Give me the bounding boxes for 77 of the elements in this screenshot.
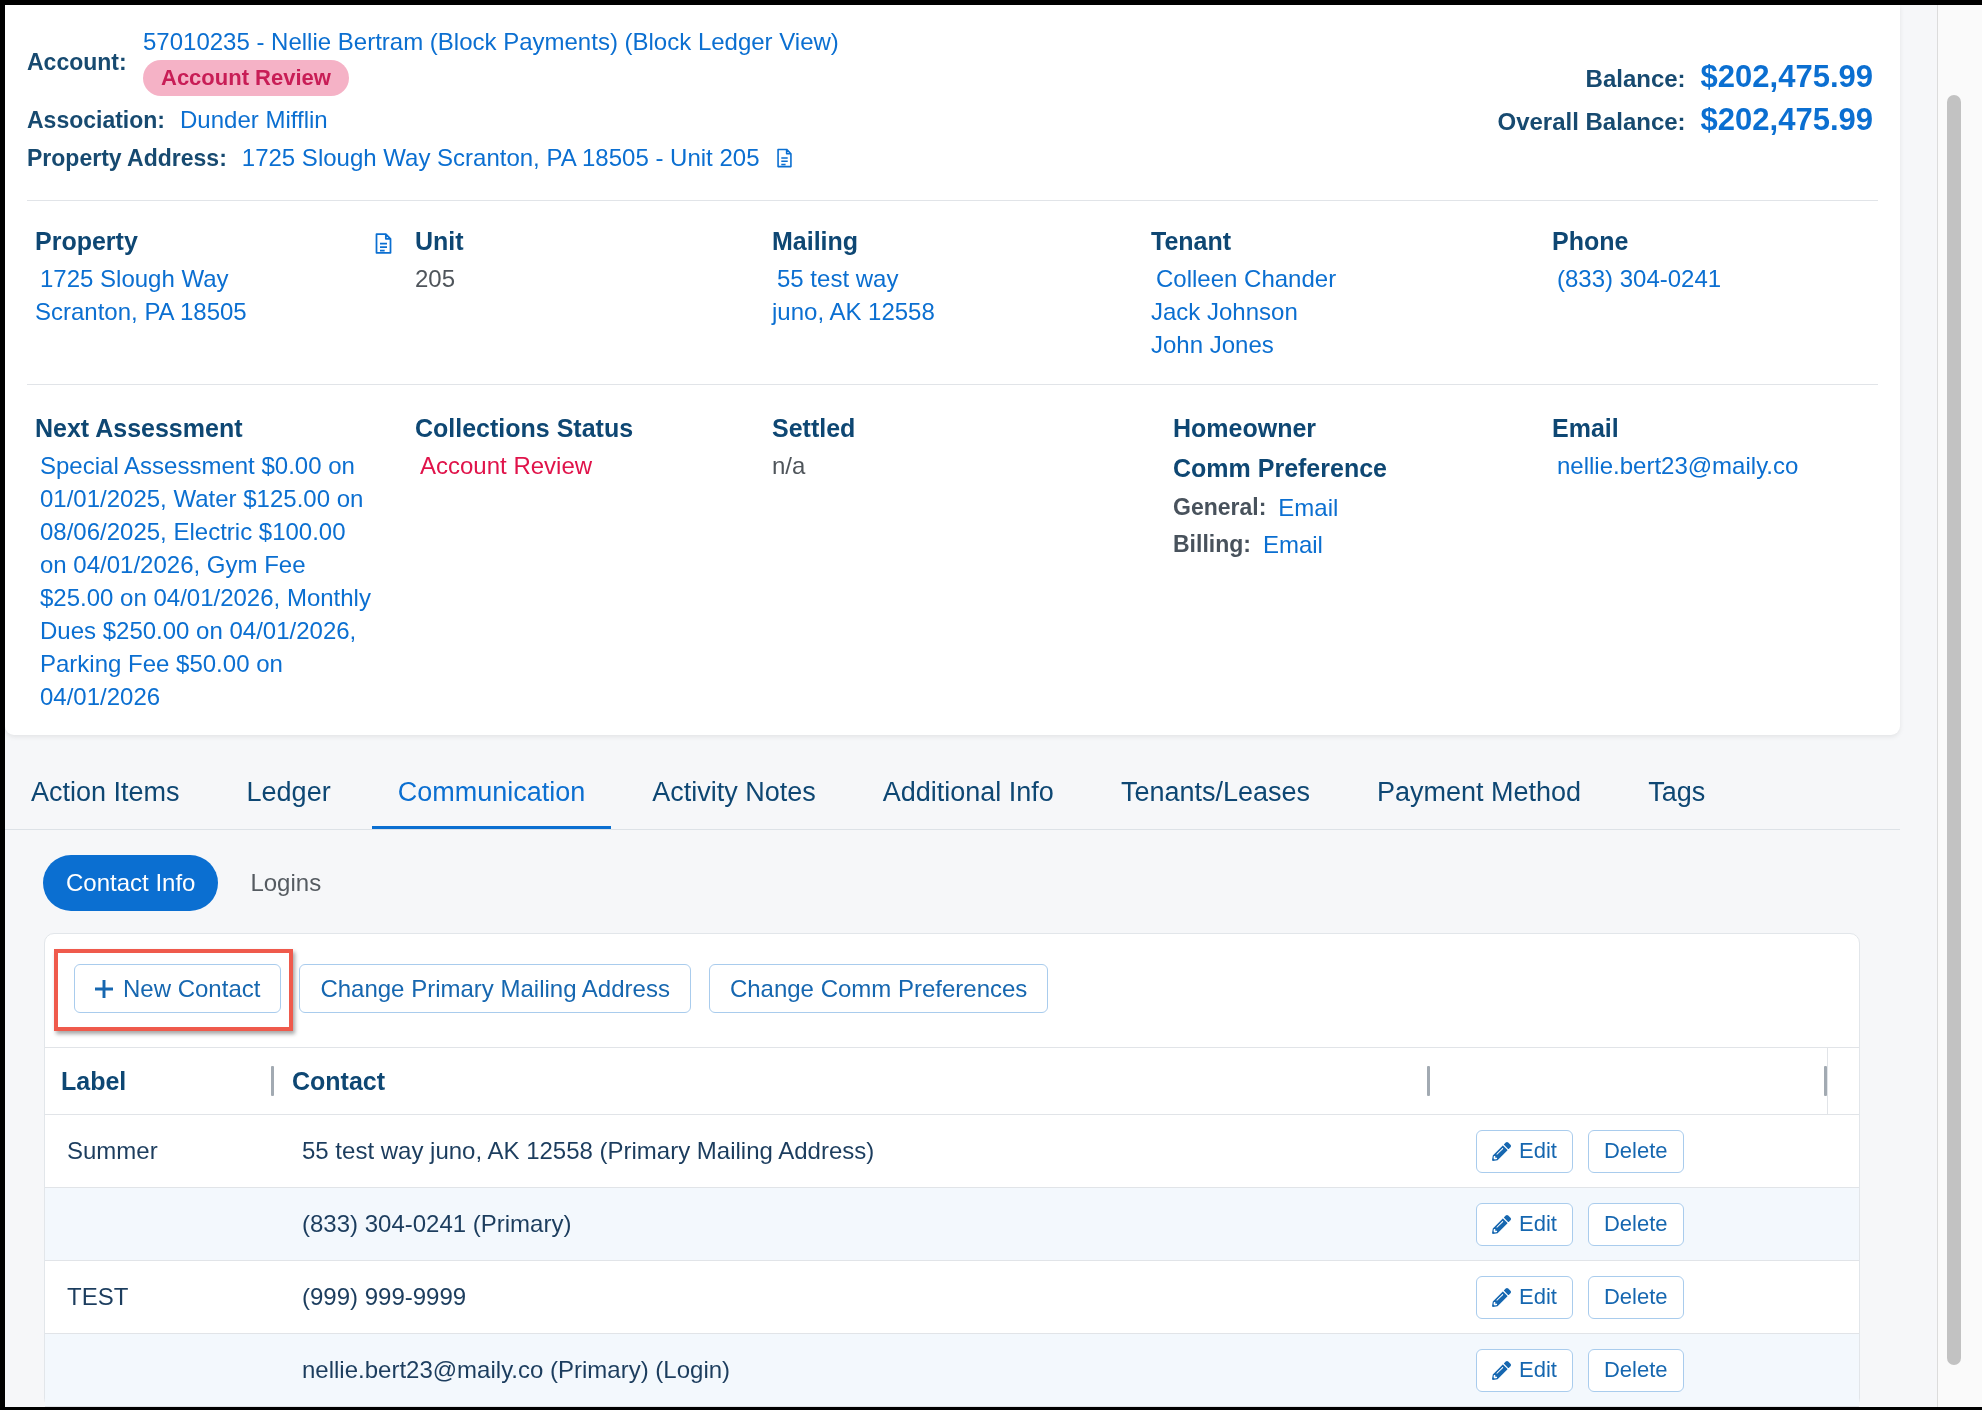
- toolbar-button[interactable]: Change Comm Preferences: [708, 964, 1049, 1013]
- field-heading: Homeowner: [1173, 413, 1318, 444]
- account-label: Account:: [27, 47, 128, 77]
- tab[interactable]: Communication: [371, 755, 612, 829]
- field-link[interactable]: Scranton, PA 18505: [35, 295, 247, 328]
- tab[interactable]: Additional Info: [856, 755, 1080, 829]
- field-heading: Phone: [1552, 226, 1629, 257]
- document-icon[interactable]: [375, 233, 392, 254]
- pencil-icon: [1492, 1214, 1511, 1234]
- delete-button[interactable]: Delete: [1587, 1129, 1684, 1173]
- field-heading: Next Assessment: [35, 413, 243, 444]
- preference-label: General:: [1173, 494, 1267, 521]
- field-value: 205: [415, 264, 456, 294]
- table-cell: TEST: [67, 1283, 129, 1311]
- status-text: Account Review: [419, 451, 593, 481]
- field-heading: Settled: [772, 413, 856, 444]
- tab[interactable]: Action Items: [5, 755, 206, 829]
- field-link[interactable]: Special Assessment $0.00 on 01/01/2025, Water $125.00 on 08/06/2025, Electric $100.00 on 04/01/2026, Gym Fee $25.00 on 04/01/2026, Monthly Dues $250.00 on 04/01/2026, Parking Fee $50.00 on 04/01/2026: [35, 449, 377, 713]
- plus-icon: [95, 979, 113, 998]
- balance-label: Overall Balance:: [1497, 108, 1686, 136]
- field-link[interactable]: Colleen Chander: [1151, 262, 1337, 295]
- pencil-icon: [1492, 1141, 1511, 1161]
- edit-button[interactable]: Edit: [1476, 1348, 1573, 1392]
- field-link[interactable]: 55 test way: [772, 262, 899, 295]
- field-heading: Collections Status: [415, 413, 634, 444]
- delete-button[interactable]: Delete: [1587, 1275, 1684, 1319]
- table-cell: nellie.bert23@maily.co (Primary) (Login): [302, 1356, 731, 1384]
- tab[interactable]: Tenants/Leases: [1094, 755, 1337, 829]
- field-heading: Tenant: [1151, 226, 1232, 257]
- scrollbar-thumb[interactable]: [1947, 95, 1961, 1365]
- balance-amount: $202,475.99: [1700, 102, 1873, 138]
- field-heading: Property: [35, 226, 138, 257]
- preference-link[interactable]: Email: [1278, 493, 1339, 522]
- field-heading: Email: [1552, 413, 1619, 444]
- tab[interactable]: Payment Method: [1351, 755, 1608, 829]
- field-link[interactable]: nellie.bert23@maily.co: [1552, 449, 1799, 482]
- column-header[interactable]: Label: [61, 1066, 127, 1096]
- pencil-icon: [1492, 1287, 1511, 1307]
- pill-tab[interactable]: Contact Info: [43, 855, 219, 911]
- field-link[interactable]: Jack Johnson: [1151, 295, 1298, 328]
- pill-tab[interactable]: Logins: [227, 855, 345, 911]
- delete-button[interactable]: Delete: [1587, 1202, 1684, 1246]
- preference-label: Billing:: [1173, 531, 1251, 558]
- field-heading: Comm Preference: [1173, 453, 1387, 484]
- property-address-link[interactable]: 1725 Slough Way Scranton, PA 18505 - Unit 205: [241, 141, 760, 175]
- delete-button[interactable]: Delete: [1587, 1348, 1684, 1392]
- table-cell: (999) 999-9999: [302, 1283, 467, 1311]
- balance-label: Balance:: [1585, 65, 1686, 93]
- field-link[interactable]: John Jones: [1151, 328, 1274, 361]
- toolbar-button[interactable]: Change Primary Mailing Address: [299, 964, 691, 1013]
- account-link[interactable]: 57010235 - Nellie Bertram (Block Payments) (Block Ledger View): [143, 27, 839, 57]
- balance-amount: $202,475.99: [1700, 59, 1873, 95]
- tab[interactable]: Activity Notes: [626, 755, 842, 829]
- field-link[interactable]: juno, AK 12558: [772, 295, 935, 328]
- field-link[interactable]: 1725 Slough Way: [35, 262, 229, 295]
- pencil-icon: [1492, 1360, 1511, 1380]
- field-link[interactable]: (833) 304-0241: [1552, 262, 1722, 295]
- field-heading: Mailing: [772, 226, 859, 257]
- table-cell: (833) 304-0241 (Primary): [302, 1210, 572, 1238]
- edit-button[interactable]: Edit: [1476, 1202, 1573, 1246]
- status-badge: Account Review: [143, 60, 349, 96]
- field-value: n/a: [772, 451, 806, 481]
- association-link[interactable]: Dunder Mifflin: [180, 103, 328, 137]
- preference-link[interactable]: Email: [1262, 530, 1323, 559]
- tab[interactable]: Tags: [1622, 755, 1732, 829]
- edit-button[interactable]: Edit: [1476, 1129, 1573, 1173]
- table-cell: Summer: [67, 1137, 158, 1165]
- field-heading: Unit: [415, 226, 464, 257]
- table-cell: 55 test way juno, AK 12558 (Primary Mailing Address): [302, 1137, 875, 1165]
- column-header[interactable]: Contact: [292, 1066, 386, 1096]
- tab[interactable]: Ledger: [220, 755, 357, 829]
- association-label: Association:: [27, 106, 166, 135]
- scrollbar[interactable]: [1937, 5, 1982, 1407]
- toolbar-button[interactable]: New Contact: [74, 964, 282, 1013]
- property-address-label: Property Address:: [27, 144, 227, 173]
- edit-button[interactable]: Edit: [1476, 1275, 1573, 1319]
- document-icon[interactable]: [777, 148, 793, 168]
